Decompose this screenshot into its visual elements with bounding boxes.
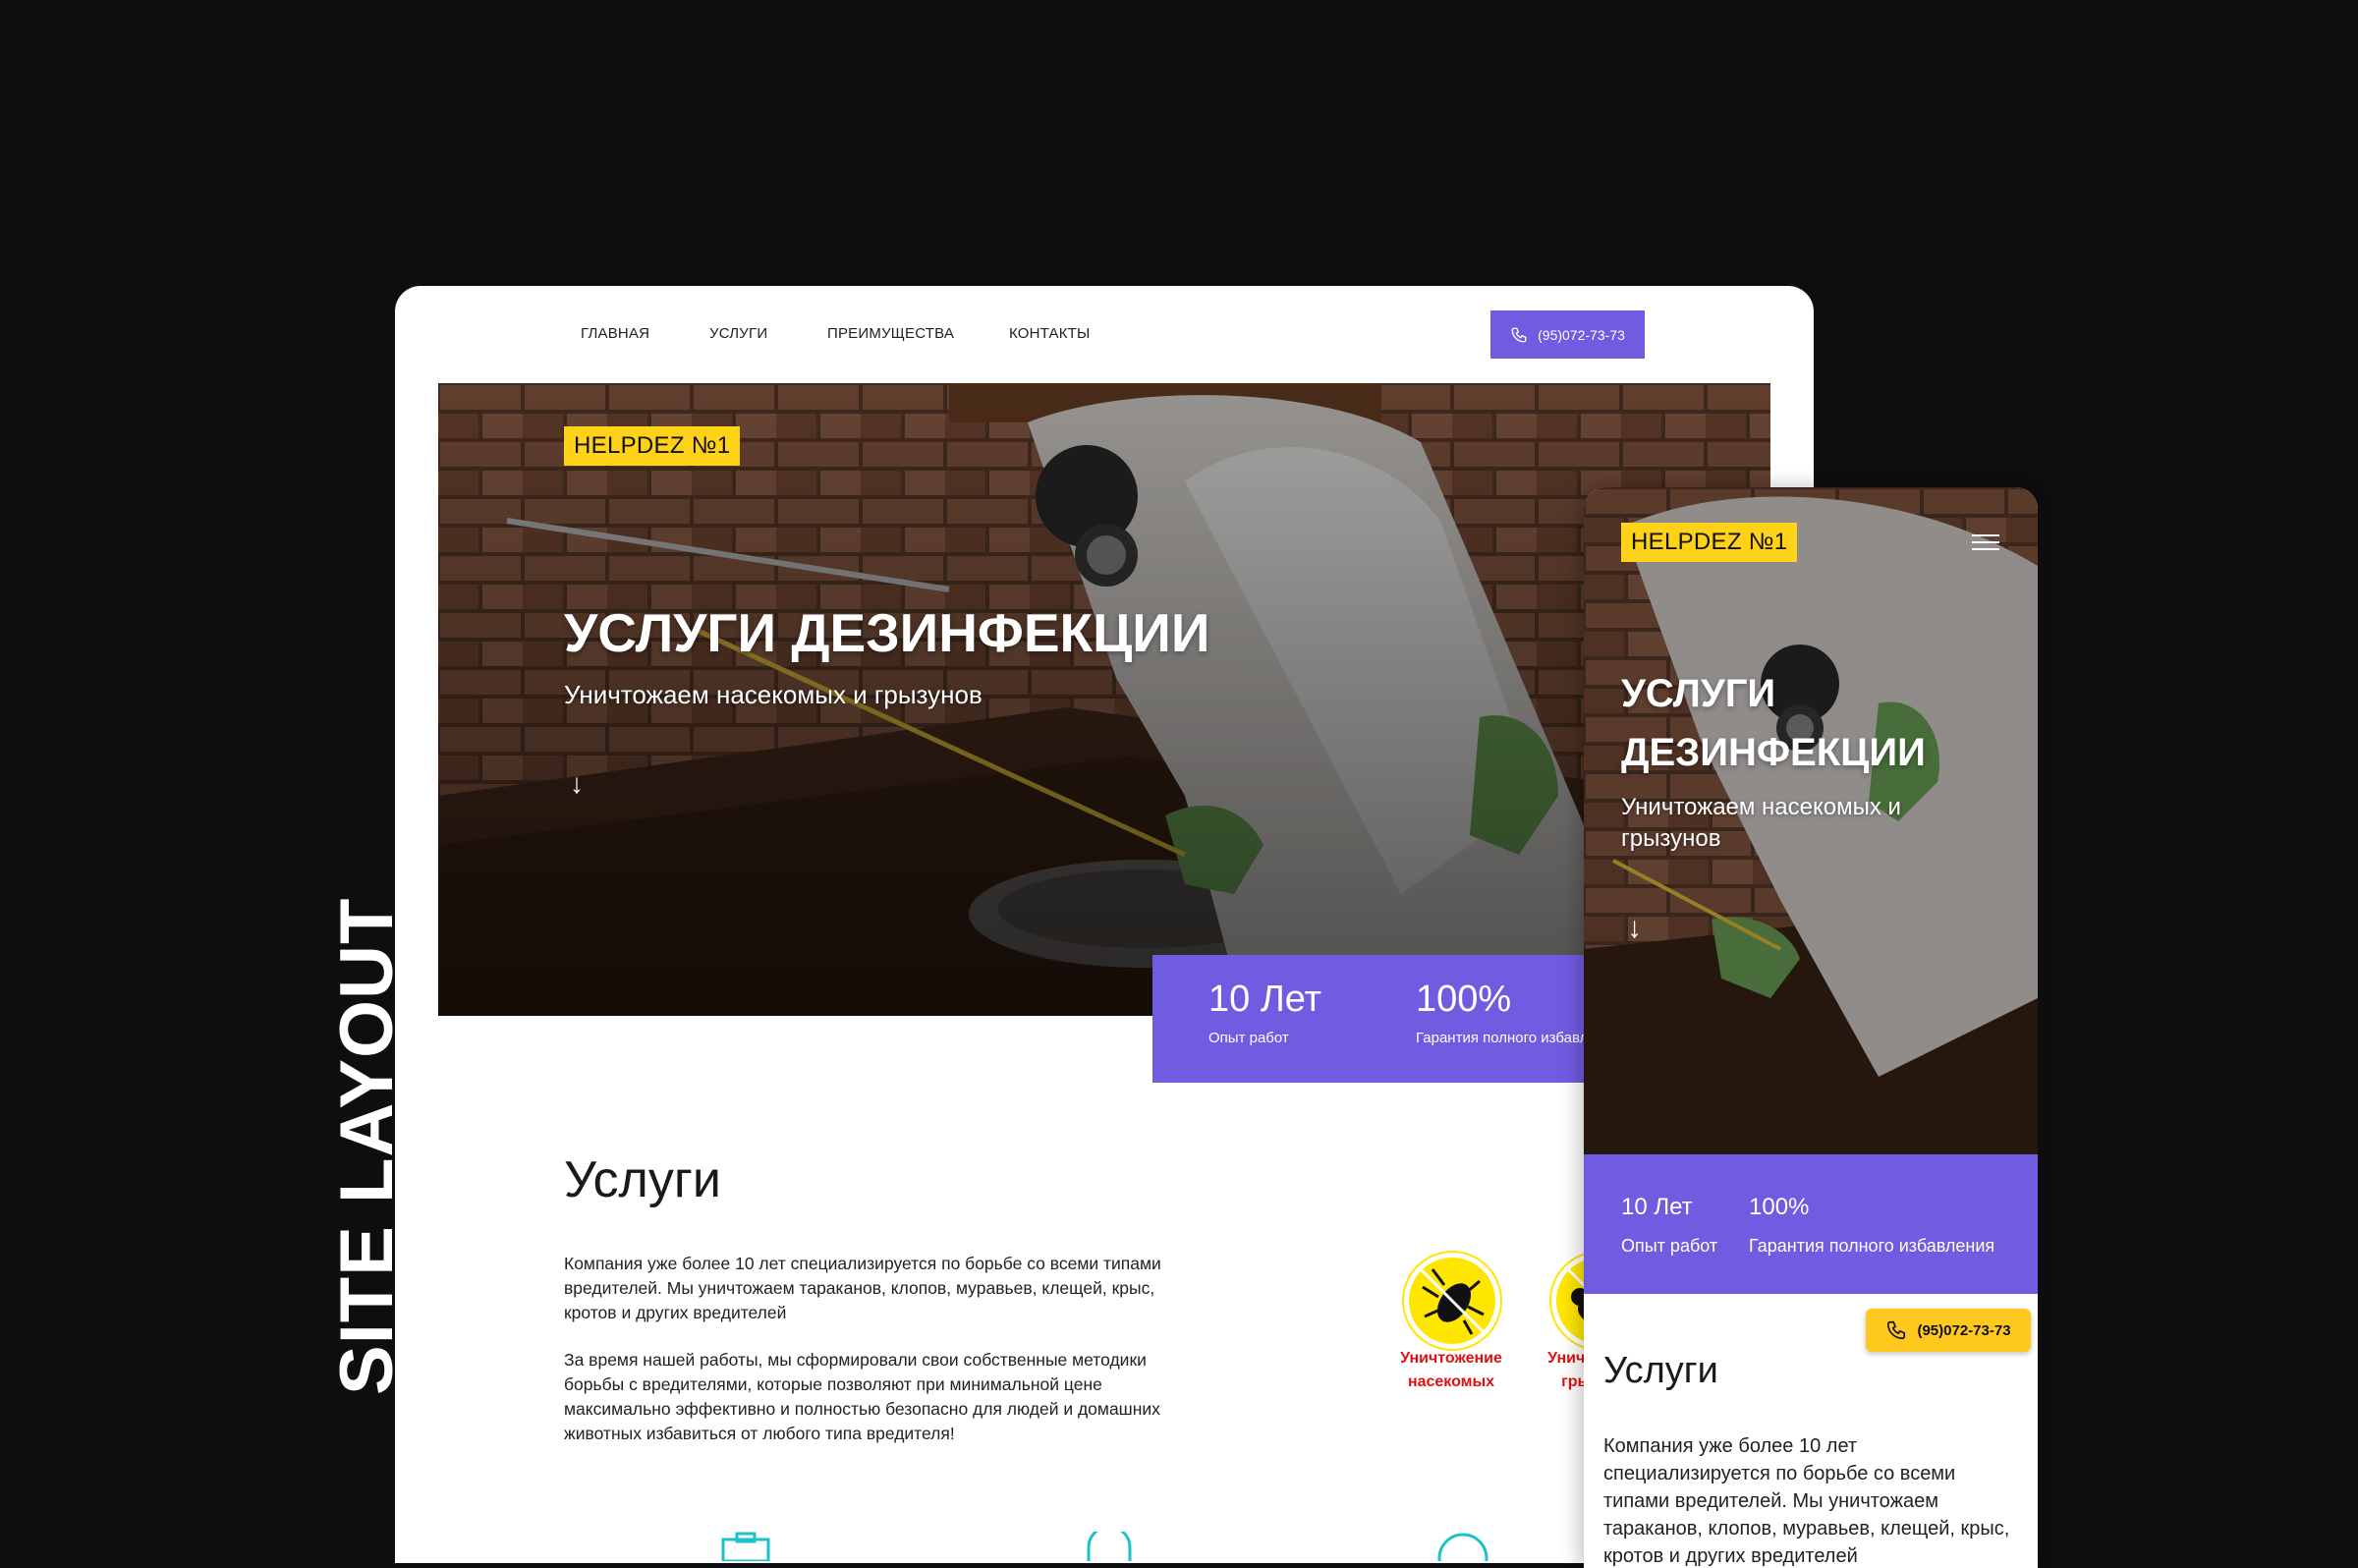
stat-value: 100% xyxy=(1749,1194,1810,1220)
service-card-label: Уничтожение насекомых xyxy=(1400,1350,1502,1390)
briefcase-icon xyxy=(721,1532,770,1561)
hero-subtitle: Уничтожаем насекомых и грызунов xyxy=(1621,794,1901,852)
scroll-down-arrow-icon[interactable]: ↓ xyxy=(1627,912,1642,945)
services-title: Услуги xyxy=(1603,1350,1718,1391)
mobile-mockup: HELPDEZ №1 УСЛУГИ ДЕЗИНФЕКЦИИ Уничтожаем… xyxy=(1584,487,2038,1568)
stat-value: 10 Лет xyxy=(1621,1194,1693,1220)
stat-value: 100% xyxy=(1416,979,1512,1020)
brand-badge: HELPDEZ №1 xyxy=(1621,523,1798,562)
bug-icon xyxy=(1404,1253,1500,1349)
hero-banner: HELPDEZ №1 УСЛУГИ ДЕЗИНФЕКЦИИ Уничтожаем… xyxy=(438,383,1770,1016)
stat-label: Гарантия полного избавления xyxy=(1749,1236,1995,1256)
nav-link-contacts[interactable]: КОНТАКТЫ xyxy=(1009,325,1091,342)
phone-number: (95)072-73-73 xyxy=(1917,1321,2011,1339)
services-paragraph: Компания уже более 10 лет специализирует… xyxy=(1603,1435,2010,1567)
call-button[interactable]: (95)072-73-73 xyxy=(1866,1309,2031,1352)
hero-subtitle: Уничтожаем насекомых и грызунов xyxy=(564,680,982,709)
nav-link-services[interactable]: УСЛУГИ xyxy=(709,325,767,342)
stat-value: 10 Лет xyxy=(1208,979,1322,1020)
phone-icon xyxy=(1887,1320,1906,1340)
stats-panel: 10 Лет Опыт работ 100% Гарантия полного … xyxy=(1152,955,1620,1083)
brand-badge: HELPDEZ №1 xyxy=(564,426,741,466)
menu-icon[interactable] xyxy=(1972,534,1999,555)
hero-title: УСЛУГИ ДЕЗИНФЕКЦИИ xyxy=(564,602,1210,663)
nav-link-home[interactable]: ГЛАВНАЯ xyxy=(581,325,649,342)
stat-label: Опыт работ xyxy=(1208,1030,1289,1046)
scroll-down-arrow-icon[interactable]: ↓ xyxy=(570,768,584,800)
nav-link-advantages[interactable]: ПРЕИМУЩЕСТВА xyxy=(827,325,954,342)
top-nav: ГЛАВНАЯ УСЛУГИ ПРЕИМУЩЕСТВА КОНТАКТЫ (95… xyxy=(395,286,1814,384)
mobile-hero: HELPDEZ №1 УСЛУГИ ДЕЗИНФЕКЦИИ Уничтожаем… xyxy=(1584,487,2038,1154)
phone-icon xyxy=(1511,327,1527,342)
phone-number: (95)072-73-73 xyxy=(1538,326,1625,343)
headphones-icon xyxy=(1087,1532,1132,1561)
stat-label: Опыт работ xyxy=(1621,1236,1718,1256)
services-title: Услуги xyxy=(564,1151,721,1208)
phone-button[interactable]: (95)072-73-73 xyxy=(1490,310,1645,359)
services-paragraph-2: За время нашей работы, мы сформировали с… xyxy=(564,1350,1160,1443)
stats-panel: 10 Лет Опыт работ 100% Гарантия полного … xyxy=(1584,1154,2038,1294)
services-paragraph-1: Компания уже более 10 лет специализирует… xyxy=(564,1254,1161,1322)
hero-title: УСЛУГИ ДЕЗИНФЕКЦИИ xyxy=(1621,672,1926,774)
clock-icon xyxy=(1437,1533,1488,1561)
